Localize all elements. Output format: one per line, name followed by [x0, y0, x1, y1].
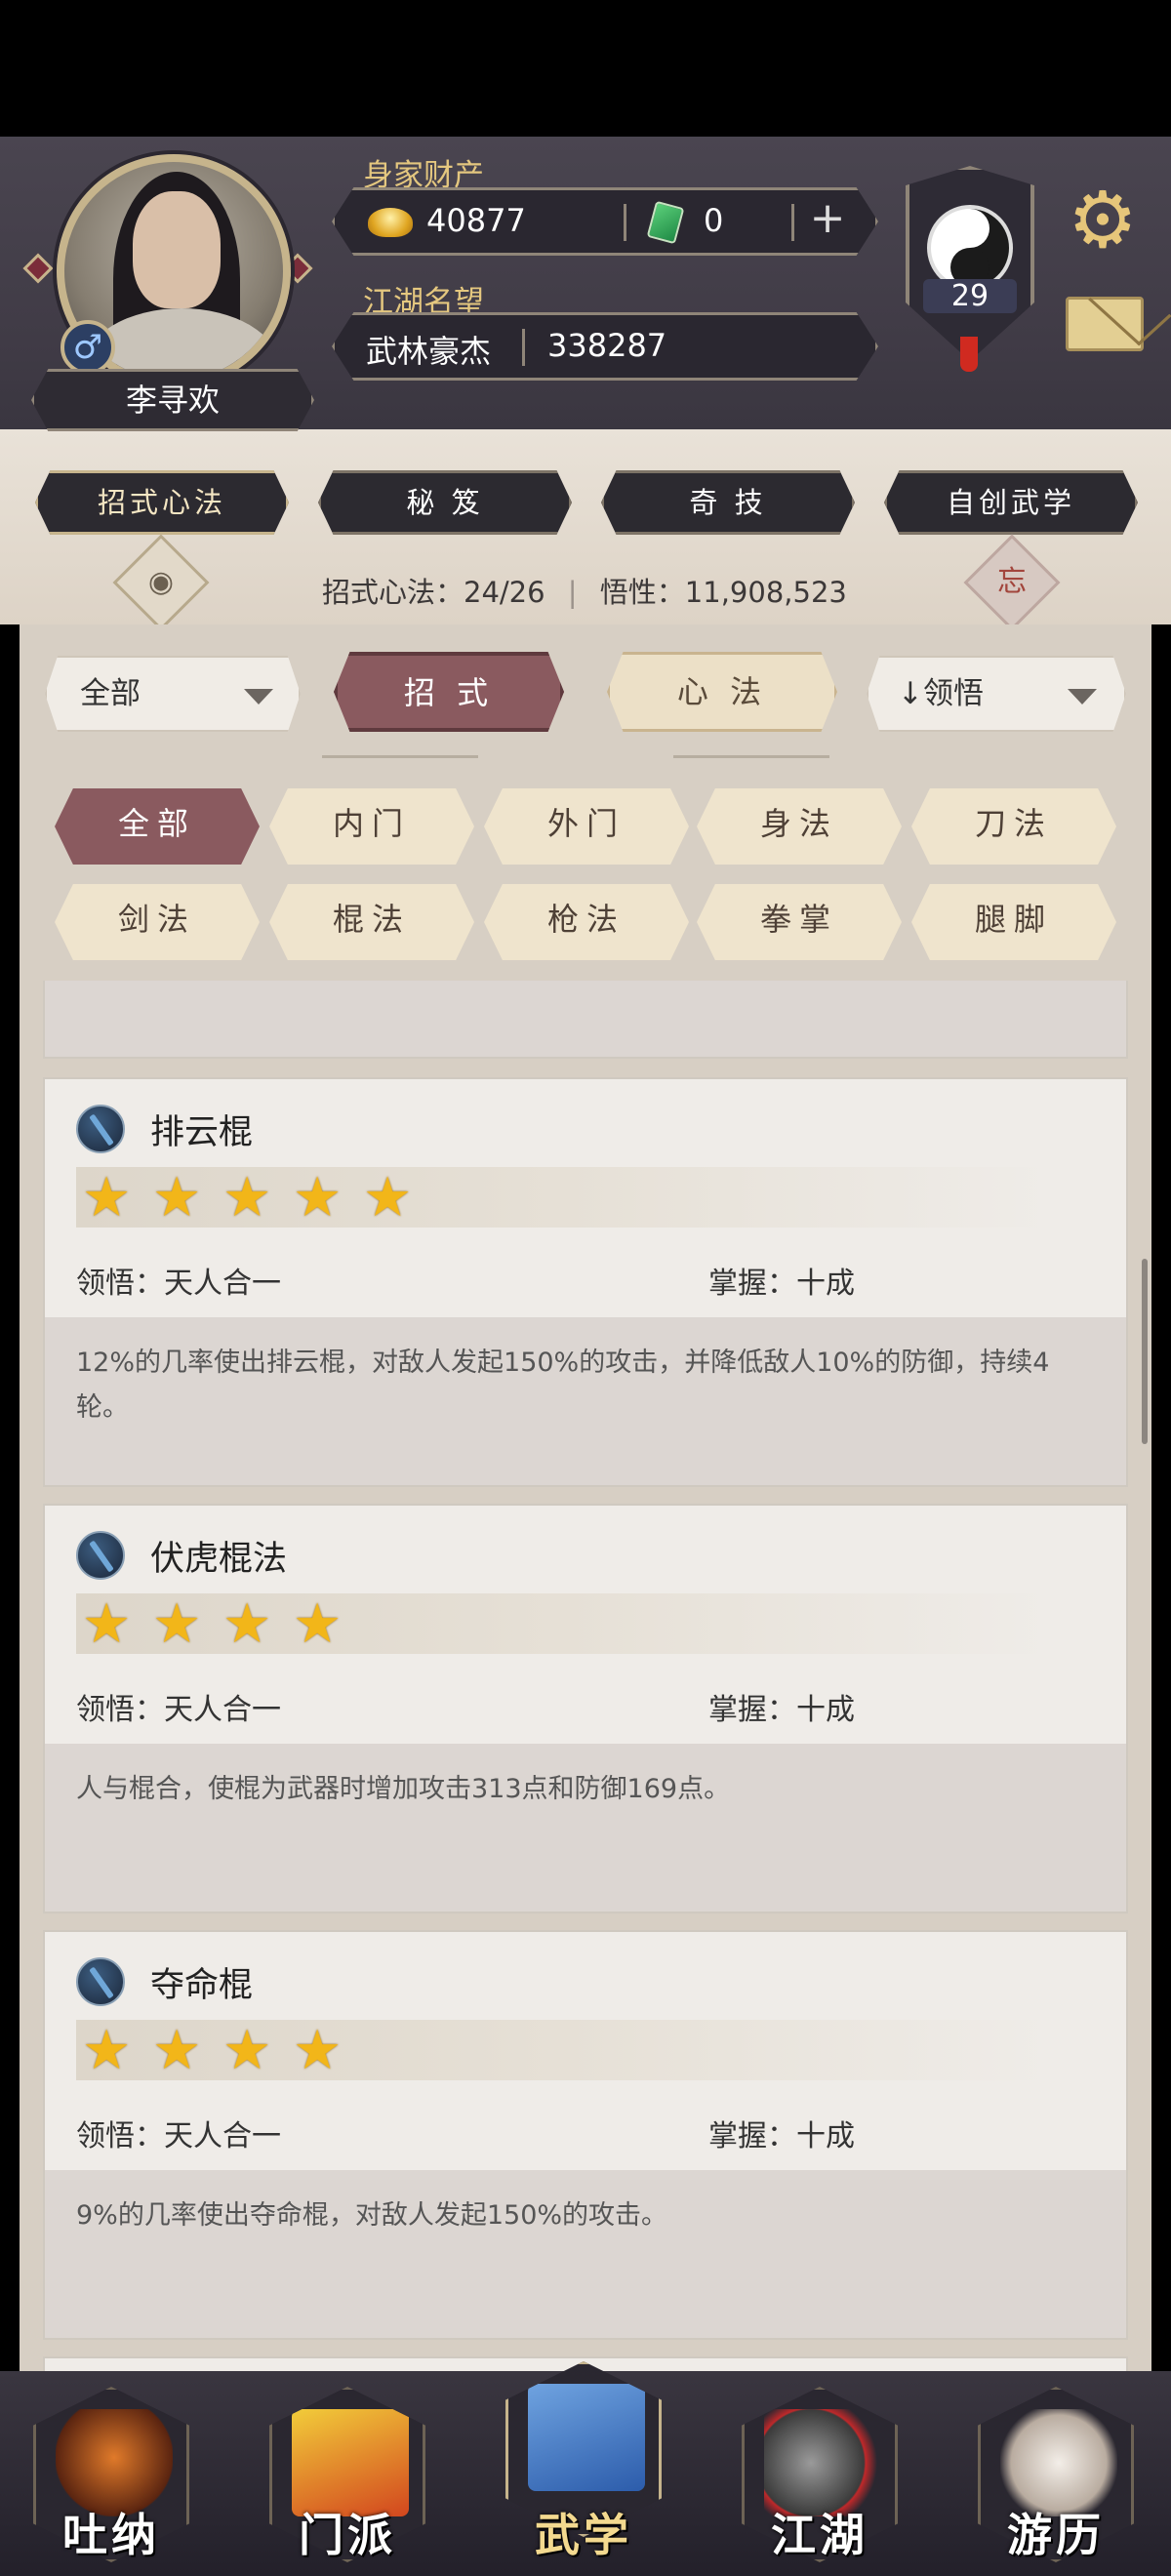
jade-amount: 0	[704, 202, 724, 239]
skill-mastery: 掌握：十成	[708, 2119, 855, 2153]
category-sword[interactable]: 剑法	[55, 884, 260, 960]
star-icon: ★	[293, 2019, 343, 2082]
gold-ingot-icon	[368, 208, 413, 237]
category-fist-palm[interactable]: 拳掌	[697, 884, 902, 960]
reputation-bar: 武林豪杰 338287	[332, 312, 878, 381]
gender-male-icon: ♂	[61, 320, 115, 375]
nav-label-martial-arts: 武学	[535, 2509, 632, 2561]
star-icon: ★	[152, 1592, 202, 1656]
list-scrollbar[interactable]	[1142, 1259, 1148, 1444]
type-methods-button[interactable]: 心 法	[607, 652, 837, 732]
skill-comprehension: 领悟：天人合一	[76, 2119, 281, 2153]
skill-name: 伏虎棍法	[150, 1540, 288, 1579]
star-rating: ★ ★ ★ ★ ★	[76, 1167, 1052, 1228]
skill-mastery: 掌握：十成	[708, 1267, 855, 1301]
star-icon: ★	[222, 1592, 272, 1656]
star-icon: ★	[293, 1166, 343, 1229]
nav-label-jianghu: 江湖	[771, 2509, 868, 2561]
skill-card[interactable]: 排云棍 ★ ★ ★ ★ ★ 领悟：天人合一 掌握：十成 12%的几率使出排云棍，对敌人发…	[43, 1077, 1128, 1487]
stats-row: 招式心法：24/26 | 悟性：11,908,523	[322, 576, 847, 609]
skill-description: 人与棍合，使棍为武器时增加攻击313点和防御169点。	[45, 1744, 1126, 1912]
staff-skill-icon	[76, 1105, 125, 1153]
gear-icon[interactable]: ⚙	[1064, 181, 1142, 260]
category-inner[interactable]: 内门	[269, 788, 474, 865]
skill-comprehension: 领悟：天人合一	[76, 1267, 281, 1301]
skill-name: 夺命棍	[150, 1966, 254, 2005]
player-level: 29	[923, 279, 1017, 313]
category-spear[interactable]: 枪法	[484, 884, 689, 960]
chevron-down-icon	[1068, 689, 1097, 704]
type-moves-button[interactable]: 招 式	[334, 652, 564, 732]
skills-count: 招式心法：24/26	[322, 576, 545, 609]
nav-label-travel: 游历	[1007, 2509, 1105, 2561]
skill-card[interactable]: 夺命棍 ★ ★ ★ ★ 领悟：天人合一 掌握：十成 9%的几率使出夺命棍，对敌人发起1…	[43, 1930, 1128, 2340]
tab-moves-and-methods[interactable]: 招式心法	[35, 470, 289, 535]
skill-description: 12%的几率使出排云棍，对敌人发起150%的攻击，并降低敌人10%的防御，持续4…	[45, 1317, 1126, 1485]
chevron-down-icon	[244, 689, 273, 704]
wealth-bar: 40877 0	[332, 187, 878, 256]
star-icon: ★	[293, 1592, 343, 1656]
nav-label-breathing: 吐纳	[62, 2509, 160, 2561]
star-rating: ★ ★ ★ ★	[76, 2020, 1052, 2080]
reputation-value: 338287	[547, 327, 667, 364]
star-icon: ★	[82, 1166, 132, 1229]
mail-icon[interactable]	[1066, 297, 1144, 351]
star-icon: ★	[222, 2019, 272, 2082]
category-movement[interactable]: 身法	[697, 788, 902, 865]
skill-mastery: 掌握：十成	[708, 1693, 855, 1727]
skill-card-partial[interactable]	[43, 981, 1128, 1059]
insight-value: 悟性：11,908,523	[599, 576, 847, 609]
star-icon: ★	[363, 1166, 413, 1229]
tab-special-skills[interactable]: 奇 技	[601, 470, 855, 535]
star-icon: ★	[152, 1166, 202, 1229]
scope-dropdown[interactable]: 全部	[45, 656, 301, 732]
star-rating: ★ ★ ★ ★	[76, 1593, 1052, 1654]
tab-custom-martial-arts[interactable]: 自创武学	[884, 470, 1138, 535]
star-icon: ★	[82, 2019, 132, 2082]
category-all[interactable]: 全部	[55, 788, 260, 865]
star-icon: ★	[152, 2019, 202, 2082]
category-blade[interactable]: 刀法	[911, 788, 1116, 865]
category-legs[interactable]: 腿脚	[911, 884, 1116, 960]
skill-name: 排云棍	[150, 1113, 254, 1152]
nav-label-sect: 门派	[299, 2509, 396, 2561]
staff-skill-icon	[76, 1531, 125, 1580]
star-icon: ★	[82, 1592, 132, 1656]
category-staff[interactable]: 棍法	[269, 884, 474, 960]
sort-dropdown[interactable]: ↓领悟	[867, 656, 1126, 732]
jade-icon	[646, 200, 685, 245]
tab-secret-manuals[interactable]: 秘 笈	[318, 470, 572, 535]
skill-description: 9%的几率使出夺命棍，对敌人发起150%的攻击。	[45, 2170, 1126, 2338]
reputation-title: 武林豪杰	[366, 333, 492, 370]
category-outer[interactable]: 外门	[484, 788, 689, 865]
divider-ornament-right	[673, 755, 829, 761]
status-bar	[0, 0, 1171, 137]
add-currency-button[interactable]: +	[802, 195, 853, 246]
skill-list[interactable]: 排云棍 ★ ★ ★ ★ ★ 领悟：天人合一 掌握：十成 12%的几率使出排云棍，对敌人发…	[43, 981, 1128, 2371]
player-name: 李寻欢	[31, 369, 314, 431]
star-icon: ★	[222, 1166, 272, 1229]
gold-amount: 40877	[426, 202, 526, 239]
divider-ornament-left	[322, 755, 478, 761]
tassel-ornament	[960, 337, 978, 372]
staff-skill-icon	[76, 1957, 125, 2006]
yinyang-icon	[927, 205, 1013, 291]
skill-card[interactable]: 伏虎棍法 ★ ★ ★ ★ 领悟：天人合一 掌握：十成 人与棍合，使棍为武器时增加攻击3…	[43, 1504, 1128, 1913]
skill-comprehension: 领悟：天人合一	[76, 1693, 281, 1727]
